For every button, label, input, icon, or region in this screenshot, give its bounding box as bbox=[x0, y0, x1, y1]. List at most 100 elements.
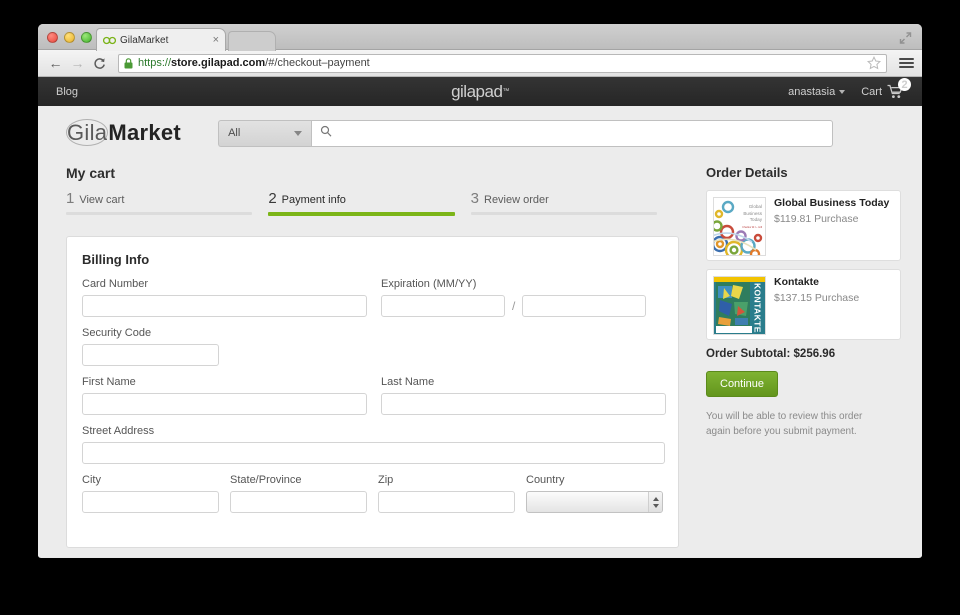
cart-count-badge: 2 bbox=[898, 78, 911, 91]
account-name: anastasia bbox=[788, 85, 836, 98]
step-number: 1 bbox=[66, 190, 75, 207]
expiration-group: Expiration (MM/YY) / bbox=[381, 278, 647, 317]
order-item-name: Kontakte bbox=[774, 276, 819, 288]
cover-title-text: Global Business Today Charles W. L. Hill bbox=[742, 204, 762, 230]
chevron-down-icon bbox=[294, 130, 303, 136]
cover-byline: Charles W. L. Hill bbox=[742, 225, 762, 229]
browser-toolbar: ← → https://store.gilapad.com/#/checkout… bbox=[38, 50, 922, 77]
step-view-cart[interactable]: 1 View cart bbox=[66, 190, 268, 216]
gilamarket-logo-gila: Gila bbox=[66, 119, 109, 146]
close-tab-icon[interactable]: × bbox=[209, 34, 219, 46]
order-item-name: Global Business Today bbox=[774, 197, 890, 209]
fullscreen-icon[interactable] bbox=[899, 31, 912, 44]
account-menu[interactable]: anastasia bbox=[788, 85, 846, 98]
order-subtotal: Order Subtotal: $256.96 bbox=[706, 348, 836, 360]
checkout-steps: 1 View cart 2 Payment info 3 Review orde… bbox=[66, 190, 673, 216]
street-address-label: Street Address bbox=[82, 425, 155, 437]
cover-title-line3: Today bbox=[749, 217, 762, 223]
expiration-label: Expiration (MM/YY) bbox=[381, 278, 477, 290]
search-icon bbox=[320, 124, 332, 142]
reload-button[interactable] bbox=[90, 54, 109, 73]
order-item[interactable]: Global Business Today Charles W. L. Hill… bbox=[706, 190, 901, 261]
step-label: Review order bbox=[484, 194, 549, 206]
browser-menu-icon[interactable] bbox=[899, 58, 914, 68]
nav-link-blog[interactable]: Blog bbox=[56, 86, 78, 98]
url-host: store.gilapad.com bbox=[171, 57, 266, 69]
page-body: Blog gila pad ™ anastasia Cart 2 GilaMarke… bbox=[38, 77, 922, 557]
gilapad-logo-gila: gila bbox=[451, 81, 476, 101]
checkout-content: My cart 1 View cart 2 Payment info 3 Rev… bbox=[38, 160, 922, 548]
card-number-input[interactable] bbox=[82, 295, 367, 317]
expiration-month-input[interactable] bbox=[381, 295, 505, 317]
address-bar[interactable]: https://store.gilapad.com/#/checkout–pay… bbox=[118, 53, 887, 73]
browser-tab[interactable]: GilaMarket × bbox=[96, 28, 226, 51]
minimize-window-button[interactable] bbox=[64, 32, 75, 43]
cover-spine-text-wrapper: KONTAKTE bbox=[750, 282, 765, 334]
cart-link[interactable]: Cart 2 bbox=[861, 78, 911, 99]
step-review-order[interactable]: 3 Review order bbox=[470, 190, 673, 216]
browser-tab-strip: GilaMarket × bbox=[38, 24, 922, 51]
bookmark-star-icon[interactable] bbox=[866, 56, 882, 70]
state-input[interactable] bbox=[230, 491, 367, 513]
url-path: /#/checkout–payment bbox=[265, 57, 370, 69]
trademark-mark: ™ bbox=[502, 88, 509, 95]
first-name-label: First Name bbox=[82, 376, 136, 388]
order-item-price: $119.81 Purchase bbox=[774, 213, 859, 226]
step-progress-bar bbox=[470, 212, 657, 215]
back-button[interactable]: ← bbox=[46, 54, 65, 73]
card-number-label: Card Number bbox=[82, 278, 149, 290]
forward-button[interactable]: → bbox=[68, 54, 87, 73]
step-payment-info[interactable]: 2 Payment info bbox=[268, 190, 470, 216]
cover-title-line2: Business bbox=[743, 210, 762, 216]
gilapad-logo-pad: pad bbox=[475, 81, 503, 101]
order-details-sidebar: Order Details Global Business Today Char… bbox=[706, 165, 901, 439]
chevron-down-icon bbox=[839, 89, 846, 94]
site-topnav: Blog gila pad ™ anastasia Cart 2 bbox=[38, 77, 922, 106]
cover-spine-text: KONTAKTE bbox=[752, 283, 763, 333]
gilamarket-favicon-icon bbox=[103, 36, 116, 45]
search-input[interactable] bbox=[338, 127, 825, 139]
browser-window: GilaMarket × ← → https://store.gilapad.c… bbox=[38, 24, 922, 558]
billing-info-card: Billing Info Card Number Expiration (MM/… bbox=[66, 236, 679, 548]
continue-button[interactable]: Continue bbox=[706, 371, 779, 397]
search-field-wrapper[interactable] bbox=[311, 119, 834, 147]
city-group: City bbox=[82, 474, 219, 513]
kontakte-cover-image: KONTAKTE bbox=[713, 276, 766, 335]
url-scheme: https:// bbox=[138, 57, 172, 69]
gilamarket-logo[interactable]: GilaMarket bbox=[66, 119, 181, 146]
city-label: City bbox=[82, 474, 101, 486]
first-name-group: First Name bbox=[82, 376, 367, 415]
checkout-note: You will be able to review this order ag… bbox=[706, 411, 863, 437]
last-name-group: Last Name bbox=[381, 376, 666, 415]
street-address-input[interactable] bbox=[82, 442, 665, 464]
card-number-group: Card Number bbox=[82, 278, 367, 317]
zip-input[interactable] bbox=[378, 491, 515, 513]
first-name-input[interactable] bbox=[82, 393, 367, 415]
new-tab-button[interactable] bbox=[228, 31, 276, 51]
step-number: 2 bbox=[268, 190, 277, 207]
state-group: State/Province bbox=[230, 474, 367, 513]
step-label: Payment info bbox=[281, 194, 346, 206]
last-name-label: Last Name bbox=[381, 376, 435, 388]
search-category-value: All bbox=[228, 127, 241, 139]
order-item[interactable]: KONTAKTE Kontakte $137.15 Purchase bbox=[706, 269, 901, 340]
country-select[interactable] bbox=[526, 491, 663, 513]
select-stepper-icon bbox=[648, 492, 662, 512]
last-name-input[interactable] bbox=[381, 393, 666, 415]
site-header: GilaMarket All bbox=[38, 106, 922, 160]
order-details-heading: Order Details bbox=[706, 165, 788, 180]
step-progress-bar bbox=[268, 212, 455, 216]
expiration-year-input[interactable] bbox=[522, 295, 647, 317]
maximize-window-button[interactable] bbox=[81, 32, 92, 43]
city-input[interactable] bbox=[82, 491, 219, 513]
search-category-dropdown[interactable]: All bbox=[218, 119, 312, 147]
security-code-group: Security Code bbox=[82, 327, 219, 366]
close-window-button[interactable] bbox=[47, 32, 58, 43]
security-code-input[interactable] bbox=[82, 344, 219, 366]
street-address-group: Street Address bbox=[82, 425, 665, 464]
country-group: Country bbox=[526, 474, 663, 513]
search-bar: All bbox=[218, 119, 834, 147]
global-business-today-cover-image: Global Business Today Charles W. L. Hill bbox=[713, 197, 766, 256]
security-code-label: Security Code bbox=[82, 327, 152, 339]
step-progress-bar bbox=[66, 212, 253, 215]
